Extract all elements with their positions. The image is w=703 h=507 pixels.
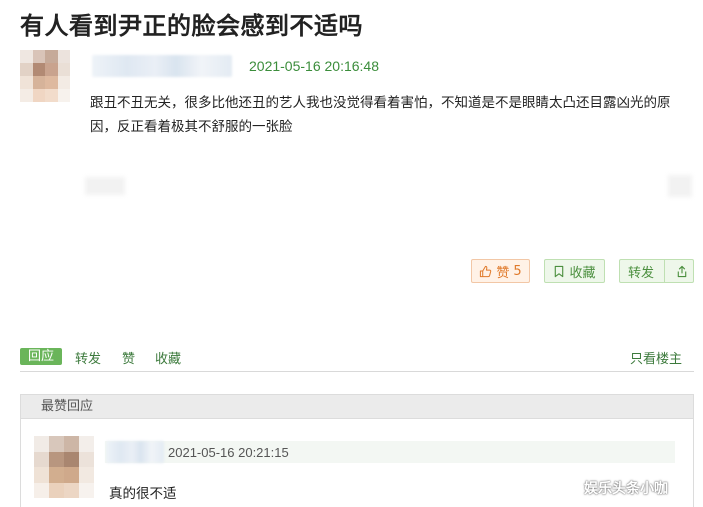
bookmark-icon	[553, 265, 565, 278]
blurred-image-right	[668, 175, 692, 197]
favorite-label: 收藏	[569, 265, 596, 281]
blurred-image-left	[85, 177, 125, 195]
username-blurred[interactable]	[92, 55, 232, 77]
like-label: 赞	[496, 265, 510, 281]
tab-forward[interactable]: 转发	[75, 348, 101, 367]
share-icon[interactable]	[676, 265, 688, 278]
reply-username-blurred[interactable]	[106, 441, 164, 463]
like-button[interactable]: 赞 5	[471, 259, 530, 283]
action-tab-bar: 回应 转发 赞 收藏 只看楼主	[20, 348, 694, 372]
watermark: 娱乐头条小咖	[584, 481, 668, 497]
like-count: 5	[513, 263, 522, 279]
owner-only-link[interactable]: 只看楼主	[630, 348, 682, 367]
thumbs-up-icon	[479, 265, 492, 278]
favorite-button[interactable]: 收藏	[544, 259, 605, 283]
avatar[interactable]	[20, 50, 70, 102]
tab-favorite[interactable]: 收藏	[155, 348, 181, 367]
page-title: 有人看到尹正的脸会感到不适吗	[20, 12, 363, 40]
post-timestamp: 2021-05-16 20:16:48	[249, 58, 379, 74]
share-button[interactable]: 转发	[619, 259, 694, 283]
share-label: 转发	[628, 265, 655, 281]
post-content: 跟丑不丑无关，很多比他还丑的艺人我也没觉得看着害怕，不知道是不是眼睛太凸还目露凶…	[90, 95, 671, 135]
tab-like[interactable]: 赞	[122, 348, 135, 367]
reply-avatar[interactable]	[34, 436, 94, 498]
divider	[664, 259, 666, 283]
top-replies-header: 最赞回应	[21, 395, 693, 419]
reply-timestamp: 2021-05-16 20:21:15	[168, 445, 289, 460]
tab-reply[interactable]: 回应	[20, 348, 62, 365]
reply-text: 真的很不适	[109, 486, 177, 502]
